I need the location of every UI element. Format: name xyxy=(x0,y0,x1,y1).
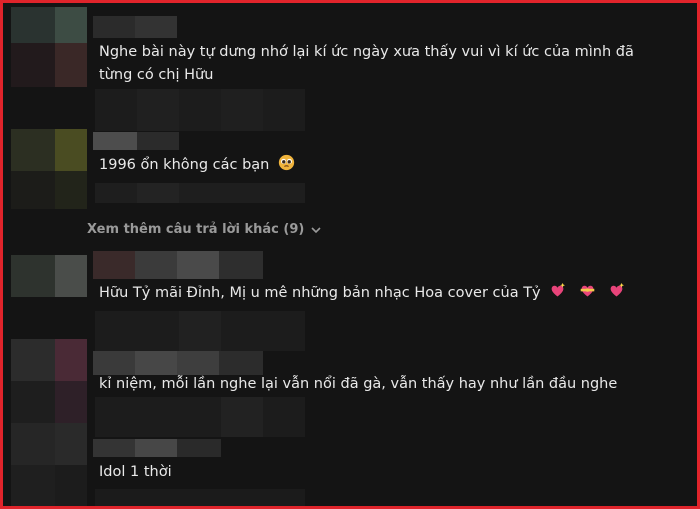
comment-text: Hữu Tỷ mãi Đỉnh, Mị u mê những bản nhạc … xyxy=(99,282,625,305)
username-blurred[interactable] xyxy=(93,439,221,457)
view-more-replies-button[interactable]: Xem thêm câu trả lời khác (9) xyxy=(87,222,322,237)
sparkling-heart-icon xyxy=(551,282,566,297)
comments-panel: Nghe bài này tự dưng nhớ lại kí ức ngày … xyxy=(0,0,700,509)
comment-actions-blurred[interactable] xyxy=(95,183,305,203)
view-more-replies-label: Xem thêm câu trả lời khác (9) xyxy=(87,222,305,237)
comment-text: kỉ niệm, mỗi lần nghe lại vẫn nổi đã gà,… xyxy=(99,376,618,392)
comment-item: Idol 1 thời xyxy=(3,423,697,506)
avatar[interactable] xyxy=(11,129,87,209)
username-blurred[interactable] xyxy=(93,351,263,375)
comment-text: Nghe bài này tự dưng nhớ lại kí ức ngày … xyxy=(99,44,634,83)
comment-text: Idol 1 thời xyxy=(99,464,172,480)
sparkling-heart-icon xyxy=(611,282,625,297)
comment-item: 1996 ổn không các bạn xyxy=(3,123,697,213)
username-blurred[interactable] xyxy=(93,251,263,279)
comment-item: kỉ niệm, mỗi lần nghe lại vẫn nổi đã gà,… xyxy=(3,339,697,437)
comment-item: Hữu Tỷ mãi Đỉnh, Mị u mê những bản nhạc … xyxy=(3,247,697,351)
avatar[interactable] xyxy=(11,7,87,87)
username-blurred[interactable] xyxy=(93,16,177,38)
username-blurred[interactable] xyxy=(93,132,179,150)
avatar[interactable] xyxy=(11,339,87,423)
comment-item: Nghe bài này tự dưng nhớ lại kí ức ngày … xyxy=(3,3,697,131)
avatar[interactable] xyxy=(11,423,87,506)
heart-with-ribbon-icon xyxy=(580,285,595,297)
chevron-down-icon xyxy=(311,226,321,233)
comment-text: 1996 ổn không các bạn xyxy=(99,154,295,177)
comment-actions-blurred[interactable] xyxy=(95,489,305,506)
avatar[interactable] xyxy=(11,255,87,297)
pleading-face-icon xyxy=(278,154,295,171)
